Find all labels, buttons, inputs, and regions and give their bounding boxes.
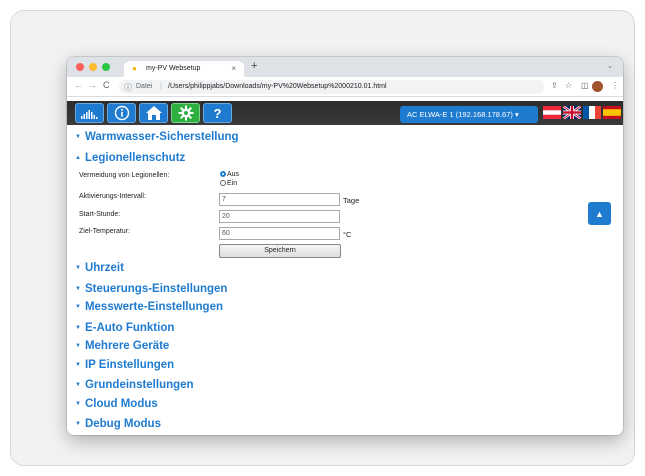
screenshot-frame: ● my-PV Websetup × + ⌄ ← → C ⓘ Datei | /…	[10, 10, 635, 466]
home-icon[interactable]	[139, 103, 168, 123]
section-cloud-label: Cloud Modus	[84, 398, 158, 410]
section-eauto-label: E-Auto Funktion	[84, 322, 175, 334]
collapsed-arrow-icon: ▼	[75, 362, 81, 368]
tab-close-icon[interactable]: ×	[231, 64, 236, 73]
info-circle-icon[interactable]	[107, 103, 136, 123]
side-panel-icon[interactable]: ◫	[581, 81, 589, 90]
section-eauto[interactable]: ▼ E-Auto Funktion	[75, 322, 174, 334]
browser-tab[interactable]: ● my-PV Websetup ×	[124, 61, 244, 77]
section-steuerung-label: Steuerungs-Einstellungen	[84, 283, 228, 295]
collapsed-arrow-icon: ▼	[75, 325, 81, 331]
section-messwerte[interactable]: ▼ Messwerte-Einstellungen	[75, 301, 223, 313]
gear-icon[interactable]	[171, 103, 200, 123]
startstunde-label: Start-Stunde:	[79, 211, 121, 218]
section-grund[interactable]: ▼ Grundeinstellungen	[75, 379, 194, 391]
section-legionellen-label: Legionellenschutz	[84, 152, 186, 164]
collapsed-arrow-icon: ▼	[75, 265, 81, 271]
section-debug-label: Debug Modus	[84, 418, 161, 430]
tab-title: my-PV Websetup	[146, 65, 201, 72]
section-uhrzeit-label: Uhrzeit	[84, 262, 124, 274]
device-select[interactable]: AC ELWA-E 1 (192.168.178.67) ▾	[400, 106, 538, 123]
omnibox-scheme-label: Datei	[136, 83, 153, 90]
collapsed-arrow-icon: ▼	[75, 382, 81, 388]
radio-selected-icon	[220, 171, 226, 177]
tab-bar: ● my-PV Websetup × + ⌄	[67, 57, 623, 77]
section-warmwasser[interactable]: ▼ Warmwasser-Sicherstellung	[75, 131, 239, 143]
austria-flag-icon[interactable]	[543, 106, 561, 119]
tab-search-icon[interactable]: ⌄	[607, 62, 613, 70]
section-debug[interactable]: ▼ Debug Modus	[75, 418, 161, 430]
section-grund-label: Grundeinstellungen	[84, 379, 194, 391]
reload-button[interactable]: C	[103, 80, 110, 90]
ziel-temperatur-unit: °C	[343, 230, 352, 239]
arrow-up-icon: ▲	[595, 208, 604, 219]
browser-menu-icon[interactable]: ⋮	[611, 81, 619, 90]
url-text[interactable]: /Users/philippjabs/Downloads/my-PV%20Web…	[168, 83, 387, 90]
forward-button[interactable]: →	[88, 80, 97, 90]
section-mehrere-label: Mehrere Geräte	[84, 340, 170, 352]
radio-ein[interactable]: Ein	[220, 180, 237, 187]
expanded-arrow-icon: ▲	[75, 155, 81, 161]
section-messwerte-label: Messwerte-Einstellungen	[84, 301, 223, 313]
minimize-window-button[interactable]	[89, 63, 97, 71]
maximize-window-button[interactable]	[102, 63, 110, 71]
section-ip[interactable]: ▼ IP Einstellungen	[75, 359, 174, 371]
radio-ein-label: Ein	[227, 180, 238, 187]
collapsed-arrow-icon: ▼	[75, 134, 81, 140]
radio-aus[interactable]: Aus	[220, 171, 239, 178]
omnibox-separator: |	[160, 83, 162, 90]
intervall-unit: Tage	[343, 196, 360, 205]
uk-flag-icon[interactable]	[563, 106, 581, 119]
browser-toolbar: ← → C ⓘ Datei | /Users/philippjabs/Downl…	[67, 77, 623, 97]
collapsed-arrow-icon: ▼	[75, 401, 81, 407]
intervall-input[interactable]: 7	[219, 193, 340, 206]
bookmark-star-icon[interactable]: ☆	[565, 81, 572, 90]
profile-avatar[interactable]	[592, 81, 603, 92]
ziel-temperatur-label: Ziel-Temperatur:	[79, 228, 130, 235]
close-window-button[interactable]	[76, 63, 84, 71]
collapsed-arrow-icon: ▼	[75, 304, 81, 310]
favicon-icon: ●	[132, 64, 137, 73]
share-icon[interactable]: ⇪	[551, 81, 558, 90]
section-mehrere[interactable]: ▼ Mehrere Geräte	[75, 340, 169, 352]
section-warmwasser-label: Warmwasser-Sicherstellung	[84, 131, 239, 143]
web-page: ? AC ELWA-E 1 (192.168.178.67) ▾ ▼ Warmwa…	[67, 98, 623, 435]
radio-aus-label: Aus	[227, 171, 240, 178]
save-button[interactable]: Speichern	[219, 244, 341, 258]
info-icon[interactable]: ⓘ	[124, 82, 132, 93]
intervall-label: Aktivierungs-Intervall:	[79, 193, 146, 200]
settings-content: ▼ Warmwasser-Sicherstellung ▲ Legionellens…	[67, 125, 623, 435]
section-steuerung[interactable]: ▼ Steuerungs-Einstellungen	[75, 283, 227, 295]
ziel-temperatur-input[interactable]: 60	[219, 227, 340, 240]
chart-icon[interactable]	[75, 103, 104, 123]
address-bar[interactable]: ⓘ Datei | /Users/philippjabs/Downloads/m…	[119, 80, 544, 94]
back-button[interactable]: ←	[74, 80, 83, 90]
browser-window: ● my-PV Websetup × + ⌄ ← → C ⓘ Datei | /…	[67, 57, 623, 435]
collapsed-arrow-icon: ▼	[75, 343, 81, 349]
france-flag-icon[interactable]	[583, 106, 601, 119]
collapsed-arrow-icon: ▼	[75, 286, 81, 292]
section-cloud[interactable]: ▼ Cloud Modus	[75, 398, 158, 410]
scroll-to-top-button[interactable]: ▲	[588, 202, 611, 225]
collapsed-arrow-icon: ▼	[75, 421, 81, 427]
section-ip-label: IP Einstellungen	[84, 359, 175, 371]
spain-flag-icon[interactable]	[603, 106, 621, 119]
section-legionellen[interactable]: ▲ Legionellenschutz	[75, 152, 185, 164]
startstunde-input[interactable]: 20	[219, 210, 340, 223]
vermeidung-label: Vermeidung von Legionellen:	[79, 172, 170, 179]
help-icon[interactable]: ?	[203, 103, 232, 123]
new-tab-button[interactable]: +	[251, 60, 257, 72]
section-uhrzeit[interactable]: ▼ Uhrzeit	[75, 262, 124, 274]
app-navbar: ? AC ELWA-E 1 (192.168.178.67) ▾	[67, 101, 623, 125]
radio-unselected-icon	[220, 180, 226, 186]
